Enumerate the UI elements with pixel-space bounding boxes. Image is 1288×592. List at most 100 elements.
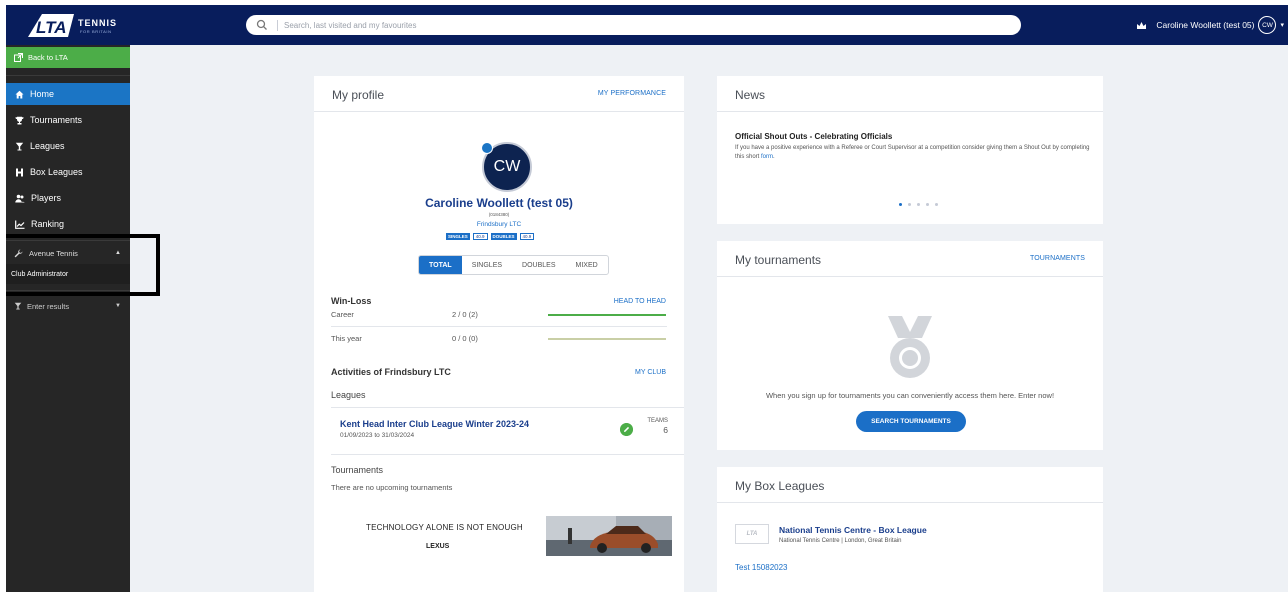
carousel-dots [899,203,938,206]
profile-club[interactable]: Frindsbury LTC [314,221,684,228]
profile-card-title: My profile [332,88,385,102]
carousel-dot[interactable] [908,203,911,206]
logo-sub2: FOR BRITAIN [80,29,112,34]
singles-rating-label: SINGLES [446,233,470,240]
box-league-test-link[interactable]: Test 15082023 [735,563,788,572]
box-leagues-card-header: My Box Leagues [717,467,1103,503]
news-body: If you have a positive experience with a… [735,144,1090,162]
sidebar-item-tournaments[interactable]: Tournaments [6,109,130,131]
sidebar-item-ranking[interactable]: Ranking [6,213,130,235]
sidebar-item-label: Players [31,193,62,203]
crown-icon [1137,21,1147,29]
home-icon [15,90,24,98]
news-title: News [735,88,766,102]
top-bar: LTA TENNIS FOR BRITAIN Caroline Woollett… [6,5,1288,45]
tab-total[interactable]: TOTAL [419,256,462,274]
tab-mixed[interactable]: MIXED [566,256,608,274]
sidebar-item-label: Ranking [31,219,65,229]
teams-count: TEAMS 6 [644,418,668,435]
divider [331,326,667,327]
tournaments-label: Tournaments [331,465,384,475]
sidebar: Back to LTA Home Tournaments Leagues Box… [6,45,130,592]
winloss-row-year: This year 0 / 0 (0) [331,329,667,349]
singles-rating-value: 40.9 [472,233,488,240]
profile-id: (0184380) [488,212,510,217]
my-performance-link[interactable]: MY PERFORMANCE [598,90,666,97]
back-label: Back to LTA [28,53,68,62]
winloss-bar [548,338,666,340]
news-headline[interactable]: Official Shout Outs - Celebrating Offici… [735,132,892,141]
winloss-label: This year [331,334,362,343]
edit-icon[interactable] [620,423,633,436]
ranking-icon [15,220,25,229]
profile-name: Caroline Woollett (test 05) [425,196,573,210]
back-to-lta-button[interactable]: Back to LTA [6,47,130,68]
search-bar[interactable] [246,15,1021,35]
no-tournaments-text: There are no upcoming tournaments [331,483,453,492]
sidebar-item-label: Tournaments [30,115,83,125]
players-icon [15,194,25,202]
sidebar-item-home[interactable]: Home [6,83,130,105]
league-dates: 01/09/2023 to 31/03/2024 [340,432,415,439]
user-avatar[interactable]: CW [1258,16,1277,34]
tournaments-title: My tournaments [735,253,822,267]
teams-label: TEAMS [647,418,668,424]
ad-text[interactable]: TECHNOLOGY ALONE IS NOT ENOUGH [366,523,523,532]
tournaments-card: My tournaments TOURNAMENTS When you sign… [717,241,1103,450]
sidebar-item-players[interactable]: Players [6,187,130,209]
box-leagues-title: My Box Leagues [735,479,825,493]
ratings: SINGLES 40.9 DOUBLES 40.9 [446,233,535,240]
camera-icon[interactable] [481,142,493,154]
winloss-row-career: Career 2 / 0 (2) [331,305,667,325]
sidebar-item-label: Box Leagues [30,167,83,177]
doubles-rating-label: DOUBLES [490,233,517,240]
news-body-end: . [773,154,775,160]
news-card: News Official Shout Outs - Celebrating O… [717,76,1103,224]
search-input[interactable] [284,20,984,30]
tab-singles[interactable]: SINGLES [462,256,512,274]
winloss-label: Career [331,310,354,319]
medal-icon [888,316,932,378]
profile-card: My profile MY PERFORMANCE CW Caroline Wo… [314,76,684,592]
box-league-name[interactable]: National Tennis Centre - Box League [779,525,927,535]
carousel-dot[interactable] [926,203,929,206]
news-body-text: If you have a positive experience with a… [735,145,1090,160]
tab-doubles[interactable]: DOUBLES [512,256,565,274]
carousel-dot[interactable] [899,203,902,206]
lta-logo[interactable]: LTA TENNIS FOR BRITAIN [28,12,128,38]
carousel-dot[interactable] [935,203,938,206]
highlight-box [6,234,160,296]
h-icon [16,168,23,176]
winloss-value: 0 / 0 (0) [452,334,478,343]
trophy-icon [15,116,24,124]
head-to-head-link[interactable]: HEAD TO HEAD [614,298,666,305]
my-club-link[interactable]: MY CLUB [635,369,666,376]
ad-car-image[interactable] [546,516,672,556]
divider [331,454,684,455]
tournaments-link[interactable]: TOURNAMENTS [1030,255,1085,262]
cup-icon [14,302,22,310]
enter-results-menu[interactable]: Enter results ▼ [6,296,130,316]
news-form-link[interactable]: form [761,154,773,160]
leagues-label: Leagues [331,390,366,400]
tournaments-card-header: My tournaments TOURNAMENTS [717,241,1103,277]
sidebar-item-box-leagues[interactable]: Box Leagues [6,161,130,183]
search-divider [277,19,278,31]
external-link-icon [14,53,23,62]
teams-number: 6 [663,425,668,435]
ad-brand[interactable]: LEXUS [426,543,449,550]
news-card-header: News [717,76,1103,112]
sidebar-item-label: Home [30,89,55,99]
logo-text: LTA [36,18,67,37]
search-icon [256,19,267,30]
search-tournaments-button[interactable]: SEARCH TOURNAMENTS [856,411,966,432]
winloss-bar [548,314,666,316]
sidebar-item-leagues[interactable]: Leagues [6,135,130,157]
user-menu[interactable]: Caroline Woollett (test 05) CW ▾ [1136,15,1284,35]
activities-title: Activities of Frindsbury LTC [331,367,451,377]
league-name[interactable]: Kent Head Inter Club League Winter 2023-… [340,419,529,429]
sidebar-divider [6,75,130,76]
carousel-dot[interactable] [917,203,920,206]
app-frame: LTA TENNIS FOR BRITAIN Caroline Woollett… [6,5,1288,592]
winloss-value: 2 / 0 (2) [452,310,478,319]
